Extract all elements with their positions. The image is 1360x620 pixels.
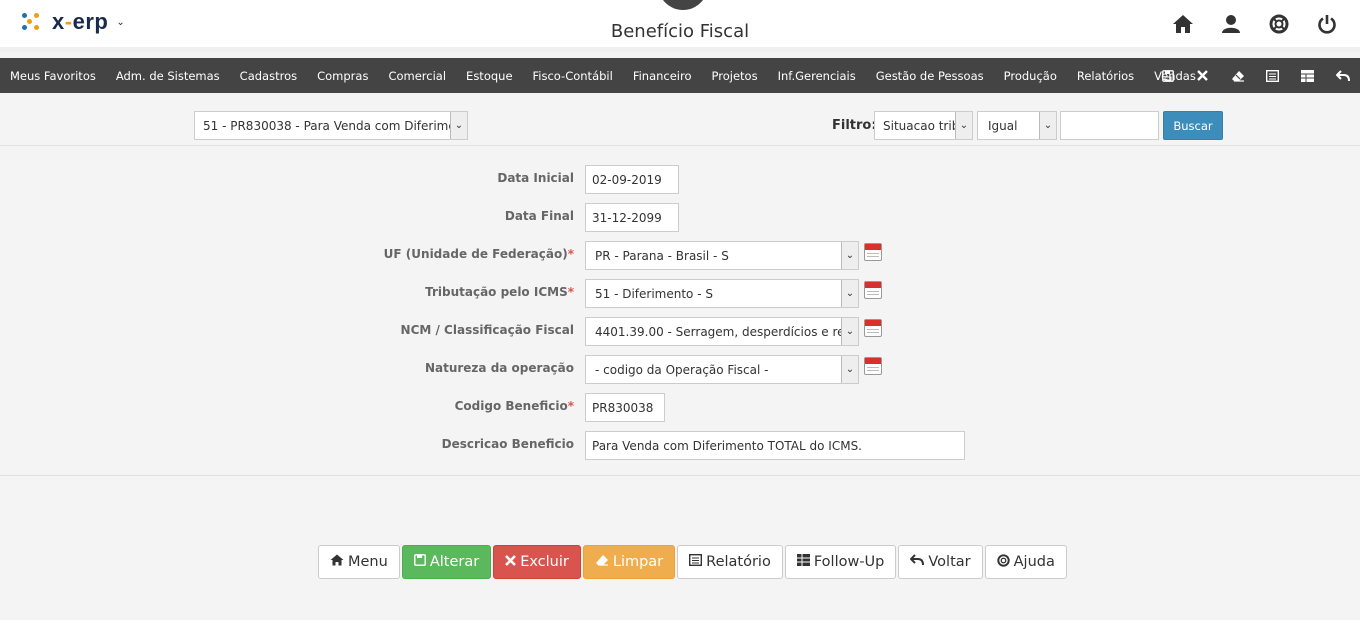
ajuda-button-label: Ajuda	[1013, 554, 1055, 570]
chevron-down-icon: ⌄	[841, 356, 858, 383]
natureza-label: Natureza da operação	[424, 361, 574, 375]
menu-item-estoque[interactable]: Estoque	[456, 69, 522, 83]
uf-value: PR - Parana - Brasil - S	[595, 249, 729, 263]
power-icon[interactable]	[1316, 13, 1338, 35]
data-final-field[interactable]: 31-12-2099	[585, 203, 679, 232]
calendar-icon[interactable]	[864, 243, 882, 261]
filter-bar: 51 - PR830038 - Para Venda com Diferimen…	[0, 93, 1360, 146]
menu-item-cadastros[interactable]: Cadastros	[230, 69, 307, 83]
codigo-field[interactable]: PR830038	[585, 393, 665, 422]
icms-select[interactable]: 51 - Diferimento - S ⌄	[585, 279, 859, 308]
uf-select[interactable]: PR - Parana - Brasil - S ⌄	[585, 241, 859, 270]
eraser-icon	[595, 554, 609, 570]
table-icon[interactable]	[1290, 58, 1325, 93]
excluir-button-label: Excluir	[520, 554, 569, 570]
codigo-label: Codigo Beneficio*	[454, 399, 574, 413]
alterar-button[interactable]: Alterar	[401, 545, 492, 579]
menu-item-financeiro[interactable]: Financeiro	[623, 69, 702, 83]
followup-button[interactable]: Follow-Up	[784, 545, 897, 579]
undo-icon	[909, 554, 925, 570]
home-icon[interactable]	[1172, 13, 1194, 35]
ncm-select[interactable]: 4401.39.00 - Serragem, desperdícios e re…	[585, 317, 859, 346]
data-inicial-label: Data Inicial	[497, 171, 574, 185]
record-select-value: 51 - PR830038 - Para Venda com Diferimen…	[203, 119, 467, 133]
collapse-toggle[interactable]	[658, 0, 708, 10]
limpar-button[interactable]: Limpar	[582, 545, 676, 579]
descricao-field[interactable]: Para Venda com Diferimento TOTAL do ICMS…	[585, 431, 965, 460]
lifebuoy-icon[interactable]	[1268, 13, 1290, 35]
action-button-bar: Menu Alterar Excluir Limpar Relatório Fo…	[318, 545, 1067, 579]
list-icon[interactable]	[1255, 58, 1290, 93]
user-icon[interactable]	[1220, 13, 1242, 35]
table-icon	[796, 554, 810, 570]
close-icon	[505, 554, 517, 570]
menu-button[interactable]: Menu	[318, 545, 400, 579]
ncm-label: NCM / Classificação Fiscal	[400, 323, 574, 337]
followup-button-label: Follow-Up	[813, 554, 885, 570]
menu-button-label: Menu	[348, 554, 388, 570]
eraser-icon[interactable]	[1220, 58, 1255, 93]
chevron-down-icon: ⌄	[450, 112, 467, 139]
top-header: x-erp ⌄ Benefício Fiscal	[0, 0, 1360, 52]
menu-item-relatorios[interactable]: Relatórios	[1067, 69, 1144, 83]
menu-item-gestao-pessoas[interactable]: Gestão de Pessoas	[866, 69, 994, 83]
ncm-value: 4401.39.00 - Serragem, desperdícios e re…	[595, 325, 859, 339]
icms-value: 51 - Diferimento - S	[595, 287, 713, 301]
uf-label: UF (Unidade de Federação)*	[383, 247, 574, 261]
filter-label: Filtro:	[832, 118, 877, 133]
chevron-down-icon: ⌄	[841, 280, 858, 307]
calendar-icon[interactable]	[864, 281, 882, 299]
benefit-form: Data Inicial 02-09-2019 Data Final 31-12…	[0, 147, 1360, 476]
list-icon	[689, 553, 703, 570]
home-icon	[330, 554, 344, 570]
data-final-label: Data Final	[504, 209, 574, 223]
menu-item-fisco-contabil[interactable]: Fisco-Contábil	[523, 69, 623, 83]
filter-operator-value: Igual	[988, 119, 1018, 133]
menu-item-projetos[interactable]: Projetos	[702, 69, 768, 83]
ajuda-button[interactable]: Ajuda	[984, 545, 1067, 579]
menu-item-compras[interactable]: Compras	[307, 69, 378, 83]
excluir-button[interactable]: Excluir	[493, 545, 581, 579]
chevron-down-icon: ⌄	[841, 242, 858, 269]
menu-item-meus-favoritos[interactable]: Meus Favoritos	[0, 69, 106, 83]
relatorio-button-label: Relatório	[706, 554, 771, 570]
lifebuoy-icon	[996, 553, 1010, 571]
descricao-label: Descricao Beneficio	[441, 437, 574, 451]
menu-item-adm-sistemas[interactable]: Adm. de Sistemas	[106, 69, 230, 83]
undo-icon[interactable]	[1325, 58, 1360, 93]
page-title: Benefício Fiscal	[610, 21, 750, 42]
icms-label: Tributação pelo ICMS*	[425, 285, 574, 299]
search-button[interactable]: Buscar	[1163, 111, 1223, 140]
chevron-down-icon: ⌄	[841, 318, 858, 345]
save-icon[interactable]	[1150, 58, 1185, 93]
data-inicial-field[interactable]: 02-09-2019	[585, 165, 679, 194]
menu-item-comercial[interactable]: Comercial	[378, 69, 456, 83]
menu-item-producao[interactable]: Produção	[994, 69, 1067, 83]
close-icon[interactable]	[1185, 58, 1220, 93]
voltar-button[interactable]: Voltar	[898, 545, 983, 579]
filter-search-input[interactable]	[1060, 111, 1159, 140]
natureza-select[interactable]: - codigo da Operação Fiscal - ⌄	[585, 355, 859, 384]
calendar-icon[interactable]	[864, 319, 882, 337]
save-icon	[413, 554, 426, 570]
menu-item-inf-gerenciais[interactable]: Inf.Gerenciais	[768, 69, 866, 83]
record-select[interactable]: 51 - PR830038 - Para Venda com Diferimen…	[194, 111, 468, 140]
limpar-button-label: Limpar	[612, 554, 664, 570]
chevron-down-icon: ⌄	[1039, 112, 1056, 139]
relatorio-button[interactable]: Relatório	[677, 545, 783, 579]
main-menu-bar: Meus Favoritos Adm. de Sistemas Cadastro…	[0, 58, 1360, 93]
natureza-value: - codigo da Operação Fiscal -	[595, 363, 769, 377]
filter-operator-select[interactable]: Igual ⌄	[977, 111, 1057, 140]
chevron-down-icon: ⌄	[955, 112, 972, 139]
alterar-button-label: Alterar	[429, 554, 480, 570]
calendar-icon[interactable]	[864, 357, 882, 375]
voltar-button-label: Voltar	[928, 554, 971, 570]
filter-field-select[interactable]: Situacao tributaria ⌄	[874, 111, 973, 140]
